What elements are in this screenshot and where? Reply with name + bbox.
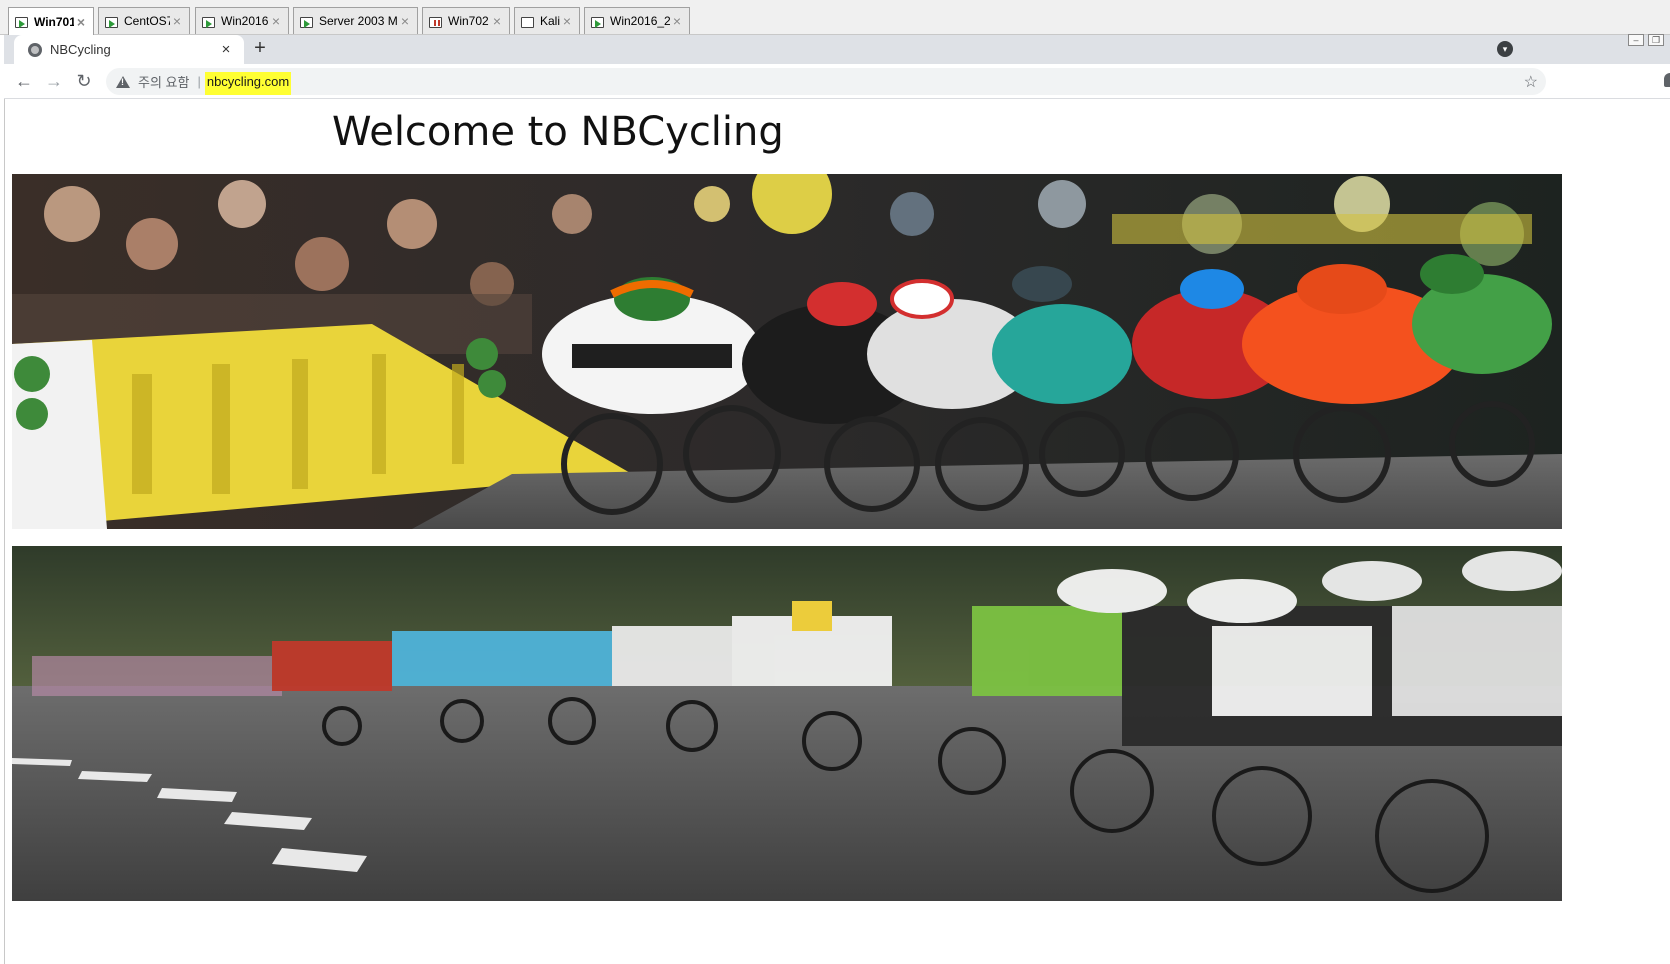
vm-tab-strip: Win701 × CentOS7 × Win2016 × Server 2003… <box>0 0 1670 35</box>
close-icon[interactable]: × <box>490 13 504 29</box>
close-icon[interactable]: × <box>560 13 574 29</box>
bookmark-star-icon[interactable]: ☆ <box>1524 72 1538 92</box>
vm-tab-win702[interactable]: Win702 × <box>422 7 510 34</box>
page-viewport: Welcome to NBCycling <box>4 99 1670 964</box>
close-icon[interactable]: × <box>670 13 684 29</box>
vm-running-icon <box>105 15 119 28</box>
globe-icon <box>28 42 42 57</box>
vm-tab-label: Kali <box>540 14 560 28</box>
vm-tab-label: Win701 <box>34 14 74 29</box>
vm-tab-label: Server 2003 M <box>319 14 398 28</box>
vm-tab-label: Win2016 <box>221 14 269 28</box>
browser-toolbar: ← → ↻ 주의 요함 | nbcycling.com ☆ <box>4 64 1670 99</box>
warning-icon[interactable] <box>116 75 130 89</box>
vm-tab-win701[interactable]: Win701 × <box>8 7 94 35</box>
peloton-road-photo <box>12 546 1562 901</box>
restore-icon[interactable]: ❐ <box>1648 34 1664 46</box>
minimize-icon[interactable]: – <box>1628 34 1644 46</box>
omnibox-separator: | <box>197 74 201 89</box>
vm-tab-win2016-2[interactable]: Win2016_2 × <box>584 7 690 34</box>
vm-running-icon <box>202 15 216 28</box>
back-button[interactable]: ← <box>13 70 35 92</box>
vm-tab-win2016[interactable]: Win2016 × <box>195 7 289 34</box>
close-icon[interactable]: × <box>170 13 184 29</box>
tab-search-icon[interactable]: ▾ <box>1497 41 1513 57</box>
browser-tab-title: NBCycling <box>50 42 111 57</box>
vm-running-icon <box>300 15 314 28</box>
vm-running-icon <box>15 15 29 28</box>
security-status-text[interactable]: 주의 요함 <box>138 72 189 91</box>
url-text[interactable]: nbcycling.com <box>204 72 292 95</box>
cycling-sprint-image <box>12 174 1562 529</box>
cycling-peloton-image <box>12 546 1562 901</box>
vm-tab-label: CentOS7 <box>124 14 170 28</box>
vm-tab-label: Win702 <box>448 14 489 28</box>
vm-tab-label: Win2016_2 <box>610 14 670 28</box>
vm-tab-kali[interactable]: Kali × <box>514 7 580 34</box>
address-bar[interactable]: 주의 요함 | nbcycling.com ☆ <box>106 68 1546 95</box>
close-icon[interactable]: × <box>74 14 88 30</box>
vm-paused-icon <box>429 15 443 28</box>
vm-tab-server-2003[interactable]: Server 2003 M × <box>293 7 418 34</box>
reload-button[interactable]: ↻ <box>73 70 95 92</box>
forward-button[interactable]: → <box>43 70 65 92</box>
browser-tab-nbcycling[interactable]: NBCycling × <box>14 35 244 64</box>
close-icon[interactable]: × <box>269 13 283 29</box>
close-icon[interactable]: × <box>398 13 412 29</box>
browser-tab-strip: NBCycling × + ▾ <box>4 35 1670 64</box>
vm-running-icon <box>591 15 605 28</box>
window-controls: – ❐ <box>1628 31 1670 49</box>
page-title: Welcome to NBCycling <box>332 109 784 155</box>
profile-icon[interactable] <box>1664 73 1670 87</box>
close-tab-icon[interactable]: × <box>218 41 234 58</box>
sprint-finish-photo <box>12 174 1562 529</box>
new-tab-button[interactable]: + <box>248 37 272 61</box>
vm-off-icon <box>521 15 535 28</box>
vm-tab-centos7[interactable]: CentOS7 × <box>98 7 190 34</box>
